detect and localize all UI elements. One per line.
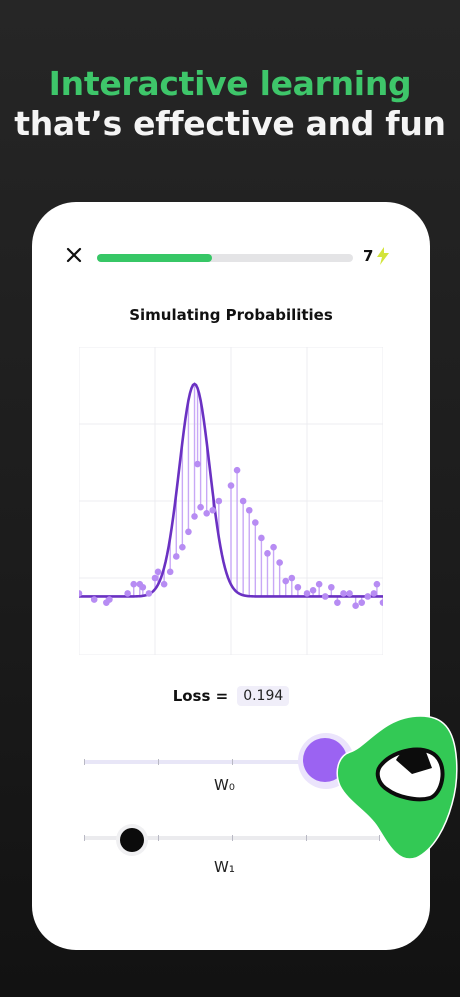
chart-data-point xyxy=(203,510,210,517)
chart-data-point xyxy=(215,497,223,505)
chart-data-point xyxy=(379,599,383,606)
loss-label: Loss = xyxy=(172,687,229,705)
chart-data-point xyxy=(346,590,353,597)
chart-data-point xyxy=(370,590,378,597)
chart-data-point xyxy=(328,583,335,591)
chart-data-point xyxy=(166,568,174,576)
slider-tick xyxy=(158,759,159,765)
loss-value: 0.194 xyxy=(237,686,290,706)
chart-data-point xyxy=(172,553,180,560)
chart-data-point xyxy=(358,599,366,606)
chart-data-point xyxy=(282,577,290,585)
lesson-progress-fill xyxy=(97,254,213,262)
chart-data-point xyxy=(315,580,323,588)
chart-data-point xyxy=(270,543,277,551)
chart-data-point xyxy=(233,466,241,474)
streak-counter: 7 xyxy=(363,247,390,265)
chart-data-point xyxy=(151,574,159,582)
chart-data-point xyxy=(227,482,235,489)
headline-line-1: Interactive learning xyxy=(48,64,412,103)
chart-data-point xyxy=(321,593,329,600)
chart-data-point xyxy=(245,506,253,514)
chart-data-point xyxy=(194,460,201,468)
loss-readout: Loss = 0.194 xyxy=(32,686,430,706)
chart-data-point xyxy=(154,568,162,576)
chart-data-point xyxy=(352,602,359,610)
chart-data-point xyxy=(252,519,259,526)
chart-data-point xyxy=(239,497,247,505)
chart-data-point xyxy=(340,590,347,597)
lightning-bolt-icon xyxy=(377,247,390,265)
chart-data-point xyxy=(364,593,372,600)
chart-data-point xyxy=(124,590,131,597)
close-icon[interactable] xyxy=(65,246,83,264)
lesson-progress-bar xyxy=(97,254,353,262)
chart-data-point xyxy=(294,583,302,591)
chart-data-point xyxy=(258,534,265,542)
chart-data-point xyxy=(209,506,217,514)
w1-slider-knob[interactable] xyxy=(120,828,144,852)
chart-data-point xyxy=(373,580,381,588)
chart-data-point xyxy=(145,590,153,597)
probability-chart xyxy=(79,347,383,655)
chart-data-point xyxy=(276,559,283,566)
chart-data-point xyxy=(139,583,147,591)
chart-data-point xyxy=(179,543,186,551)
chart-data-point xyxy=(197,503,204,511)
slider-tick xyxy=(232,759,233,765)
slider-tick xyxy=(84,835,85,841)
chart-data-point xyxy=(264,550,271,557)
chart-data-point xyxy=(130,580,138,588)
slider-tick xyxy=(84,759,85,765)
w1-slider-label: W₁ xyxy=(214,858,235,876)
lesson-title: Simulating Probabilities xyxy=(129,306,333,324)
chart-data-point xyxy=(106,596,113,603)
headline-line-2: that’s effective and fun xyxy=(14,104,446,143)
chart-data-point xyxy=(303,590,311,597)
w0-slider-label: W₀ xyxy=(214,776,235,794)
green-blob-mascot-icon xyxy=(336,715,458,860)
slider-tick xyxy=(232,835,233,841)
chart-data-point xyxy=(191,513,198,520)
chart-data-point xyxy=(90,596,98,603)
chart-data-point xyxy=(288,574,296,582)
streak-count: 7 xyxy=(363,247,374,265)
chart-data-point xyxy=(334,599,341,606)
chart-data-point xyxy=(160,580,168,588)
chart-data-point xyxy=(185,528,192,536)
slider-tick xyxy=(306,835,307,841)
chart-data-point xyxy=(309,587,317,594)
slider-tick xyxy=(158,835,159,841)
